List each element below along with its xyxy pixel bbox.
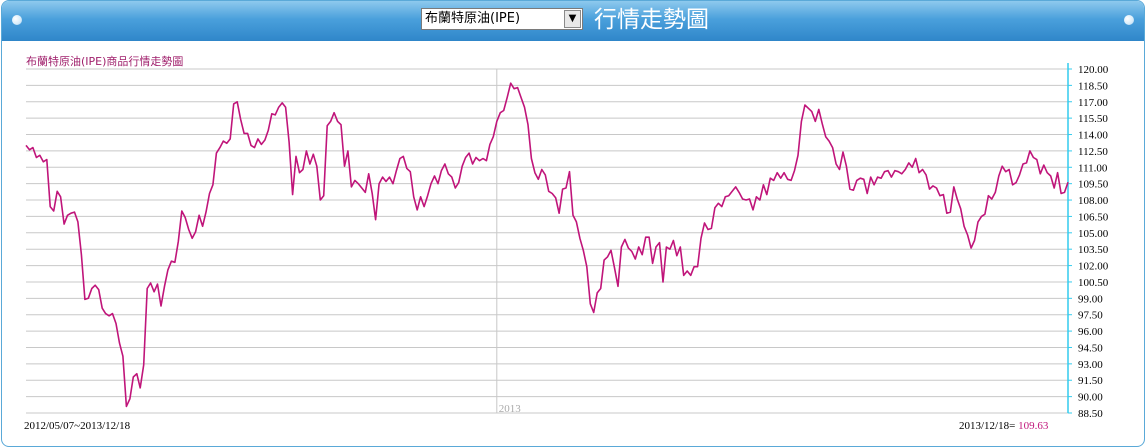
y-tick-label: 103.50 — [1078, 244, 1109, 256]
y-tick-label: 94.50 — [1078, 342, 1103, 354]
y-tick-label: 118.50 — [1078, 80, 1108, 92]
price-line-chart: 120.00 118.50 117.00 115.50 114.00 112.50 111.… — [25, 63, 1109, 420]
y-tick-label: 117.00 — [1078, 97, 1108, 109]
y-tick-label: 97.50 — [1078, 310, 1103, 322]
price-series-line — [25, 82, 1069, 408]
y-tick-label: 90.00 — [1078, 392, 1103, 404]
y-tick-label: 105.00 — [1078, 228, 1109, 240]
y-tick-label: 91.50 — [1078, 375, 1103, 387]
year-marker-label: 2013 — [499, 403, 521, 415]
date-range-label: 2012/05/07~2013/12/18 — [24, 420, 131, 432]
y-tick-label: 114.00 — [1078, 130, 1108, 142]
y-tick-label: 111.00 — [1078, 162, 1108, 174]
y-tick-label: 93.00 — [1078, 359, 1103, 371]
y-tick-label: 109.50 — [1078, 179, 1109, 191]
y-tick-label: 106.50 — [1078, 211, 1109, 223]
y-tick-label: 99.00 — [1078, 293, 1103, 305]
y-tick-label: 108.00 — [1078, 195, 1109, 207]
last-price-value: 109.63 — [1018, 420, 1049, 432]
y-tick-label: 96.00 — [1078, 326, 1103, 338]
y-tick-label: 88.50 — [1078, 408, 1103, 420]
y-tick-label: 102.00 — [1078, 261, 1109, 273]
last-price-label: 2013/12/18= 109.63 — [959, 420, 1048, 432]
chart-panel: 布蘭特原油(IPE) ▼ 行情走勢圖 布蘭特原油(IPE)商品行情走勢圖 120… — [1, 0, 1145, 447]
y-tick-label: 115.50 — [1078, 113, 1108, 125]
last-date-label: 2013/12/18= — [959, 420, 1016, 432]
y-tick-label: 120.00 — [1078, 64, 1109, 76]
y-tick-label: 100.50 — [1078, 277, 1109, 289]
y-tick-label: 112.50 — [1078, 146, 1108, 158]
